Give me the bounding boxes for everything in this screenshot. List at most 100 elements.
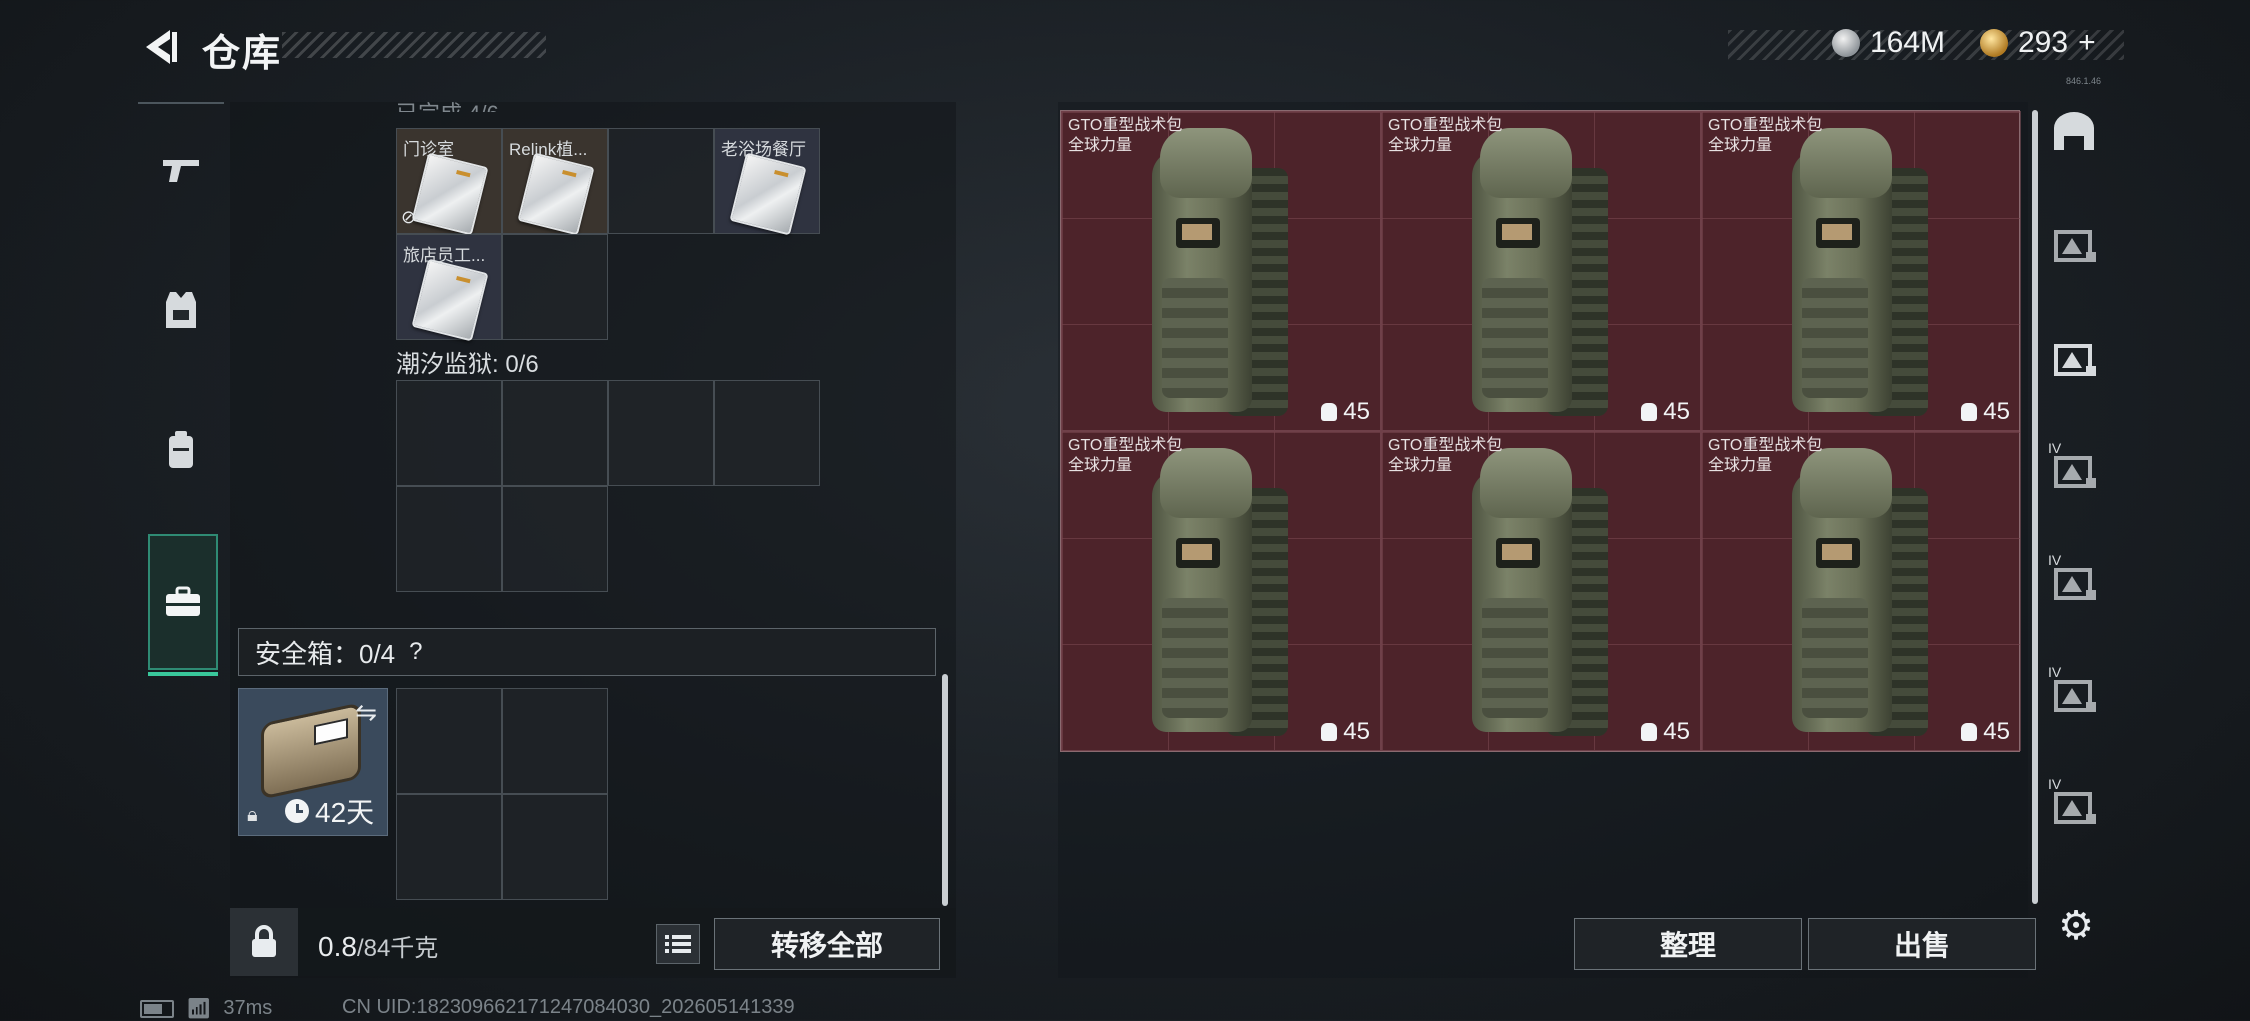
capacity-value: 45 (1663, 718, 1690, 745)
warehouse-tab-3[interactable] (2046, 330, 2102, 386)
capacity-icon (1641, 723, 1658, 741)
stash-tab-icon (2054, 344, 2096, 376)
warehouse-tab-6[interactable]: IV (2046, 664, 2102, 722)
section-title-partial: 已完成 4/6 (396, 96, 499, 112)
backpack-item[interactable]: GTO重型战术包 全球力量 45 (1701, 111, 2021, 431)
lock-button[interactable] (230, 908, 298, 976)
backpack-brand: 全球力量 (1708, 137, 1773, 154)
rail-item-cases[interactable] (148, 534, 218, 676)
transfer-all-button[interactable]: 转移全部 (714, 918, 940, 970)
settings-button[interactable]: ⚙ (2048, 898, 2104, 954)
rail-item-weapons[interactable] (138, 102, 224, 238)
empty-slot[interactable] (502, 234, 608, 340)
backpack-name: GTO重型战术包 全球力量 (1708, 436, 1822, 476)
capacity-icon (1961, 723, 1978, 741)
empty-slot[interactable] (396, 486, 502, 592)
capacity-badge: 45 (1961, 398, 2010, 426)
page-title: 仓库 (202, 33, 283, 75)
capacity-icon (1321, 403, 1338, 421)
warehouse-tab-7[interactable]: IV (2046, 776, 2102, 834)
empty-slot[interactable] (714, 380, 820, 486)
silver-coin-icon (1832, 29, 1860, 57)
capacity-value: 45 (1983, 718, 2010, 745)
currency-gold[interactable]: 293 + (1980, 26, 2096, 60)
status-bar: 📶︎ 37ms (140, 996, 272, 1021)
empty-slot[interactable] (608, 128, 714, 234)
backpack-name: GTO重型战术包 全球力量 (1388, 436, 1502, 476)
rail-item-backpacks[interactable] (138, 382, 224, 518)
weight-readout: 0.8/84千克 (318, 928, 438, 963)
backpack-title: GTO重型战术包 (1068, 437, 1183, 454)
sort-button[interactable]: 整理 (1574, 918, 1802, 970)
stash-scrollbar[interactable] (942, 674, 948, 906)
empty-slot[interactable] (608, 380, 714, 486)
empty-slot[interactable] (502, 486, 608, 592)
backpack-item[interactable]: GTO重型战术包 全球力量 45 (1381, 111, 1701, 431)
swap-icon[interactable]: ⇋ (355, 697, 377, 728)
backpack-icon (1792, 448, 1932, 738)
backpack-brand: 全球力量 (1068, 137, 1133, 154)
backpack-title: GTO重型战术包 (1068, 117, 1183, 134)
warehouse-tab-2[interactable] (2046, 216, 2102, 272)
help-button[interactable]: ? (409, 638, 422, 666)
keycard-slot[interactable]: Relink植... (502, 128, 608, 236)
tier-label: IV (2048, 440, 2062, 456)
backpack-item[interactable]: GTO重型战术包 全球力量 45 (1061, 111, 1381, 431)
back-button[interactable] (136, 22, 186, 72)
rail-item-armor[interactable] (138, 242, 224, 378)
lock-icon: 🔒︎ (247, 804, 258, 826)
battery-icon (140, 999, 174, 1018)
tier-label: IV (2048, 664, 2062, 680)
weight-max: /84千克 (356, 935, 439, 962)
capacity-badge: 45 (1641, 398, 1690, 426)
list-view-button[interactable] (656, 924, 700, 964)
keycard-label: Relink植... (509, 140, 588, 159)
briefcase-icon (166, 586, 200, 616)
safe-slot[interactable] (396, 688, 502, 794)
keycard-icon (411, 152, 489, 236)
backpack-brand: 全球力量 (1708, 457, 1773, 474)
warehouse-scrollbar[interactable] (2032, 110, 2038, 904)
backpack-brand: 全球力量 (1388, 457, 1453, 474)
user-uid: CN UID:182309662171247084030_20260514133… (342, 996, 795, 1018)
list-icon (665, 935, 691, 953)
backpack-brand: 全球力量 (1388, 137, 1453, 154)
gold-amount: 293 (2018, 26, 2069, 59)
backpack-item[interactable]: GTO重型战术包 全球力量 45 (1381, 431, 1701, 751)
backpack-grid: GTO重型战术包 全球力量 45 GTO重型战术包 全球力量 45 GTO重型战术包 全球力量… (1060, 110, 2021, 752)
safe-case-icon (261, 702, 361, 800)
keycard-slot[interactable]: 老浴场餐厅 (714, 128, 820, 236)
backpack-item[interactable]: GTO重型战术包 全球力量 45 (1701, 431, 2021, 751)
backpack-item[interactable]: GTO重型战术包 全球力量 45 (1061, 431, 1381, 751)
safe-slot[interactable] (396, 794, 502, 900)
keycard-slot[interactable]: 旅店员工... (396, 234, 502, 342)
empty-slot[interactable] (396, 380, 502, 486)
empty-slot[interactable] (502, 380, 608, 486)
sell-button[interactable]: 出售 (1808, 918, 2036, 970)
category-rail (138, 102, 224, 682)
tier-label: IV (2048, 552, 2062, 568)
gold-add-button[interactable]: + (2078, 26, 2096, 60)
lock-icon (252, 925, 276, 957)
safe-box-item[interactable]: ⇋ 🔒︎ 42天 (238, 688, 388, 836)
capacity-badge: 45 (1321, 718, 1370, 746)
safe-slot[interactable] (502, 688, 608, 794)
silver-amount: 164M (1870, 26, 1946, 59)
currency-silver: 164M (1832, 26, 1945, 60)
keycard-slot[interactable]: 门诊室 ⊘ (396, 128, 502, 236)
unlinked-icon: ⊘ (401, 207, 417, 227)
safe-slot[interactable] (502, 794, 608, 900)
clock-icon (285, 799, 309, 823)
capacity-value: 45 (1983, 398, 2010, 425)
warehouse-tab-5[interactable]: IV (2046, 552, 2102, 610)
vest-icon (166, 292, 196, 328)
backpack-icon (1152, 128, 1292, 418)
warehouse-tab-4[interactable]: IV (2046, 440, 2102, 498)
capacity-badge: 45 (1321, 398, 1370, 426)
warehouse-tab-1[interactable] (2046, 104, 2102, 160)
capacity-icon (1641, 403, 1658, 421)
backpack-title: GTO重型战术包 (1708, 437, 1823, 454)
capacity-badge: 45 (1641, 718, 1690, 746)
safe-box-header: 安全箱：0/4 ? (238, 628, 936, 676)
backpack-name: GTO重型战术包 全球力量 (1068, 116, 1182, 156)
